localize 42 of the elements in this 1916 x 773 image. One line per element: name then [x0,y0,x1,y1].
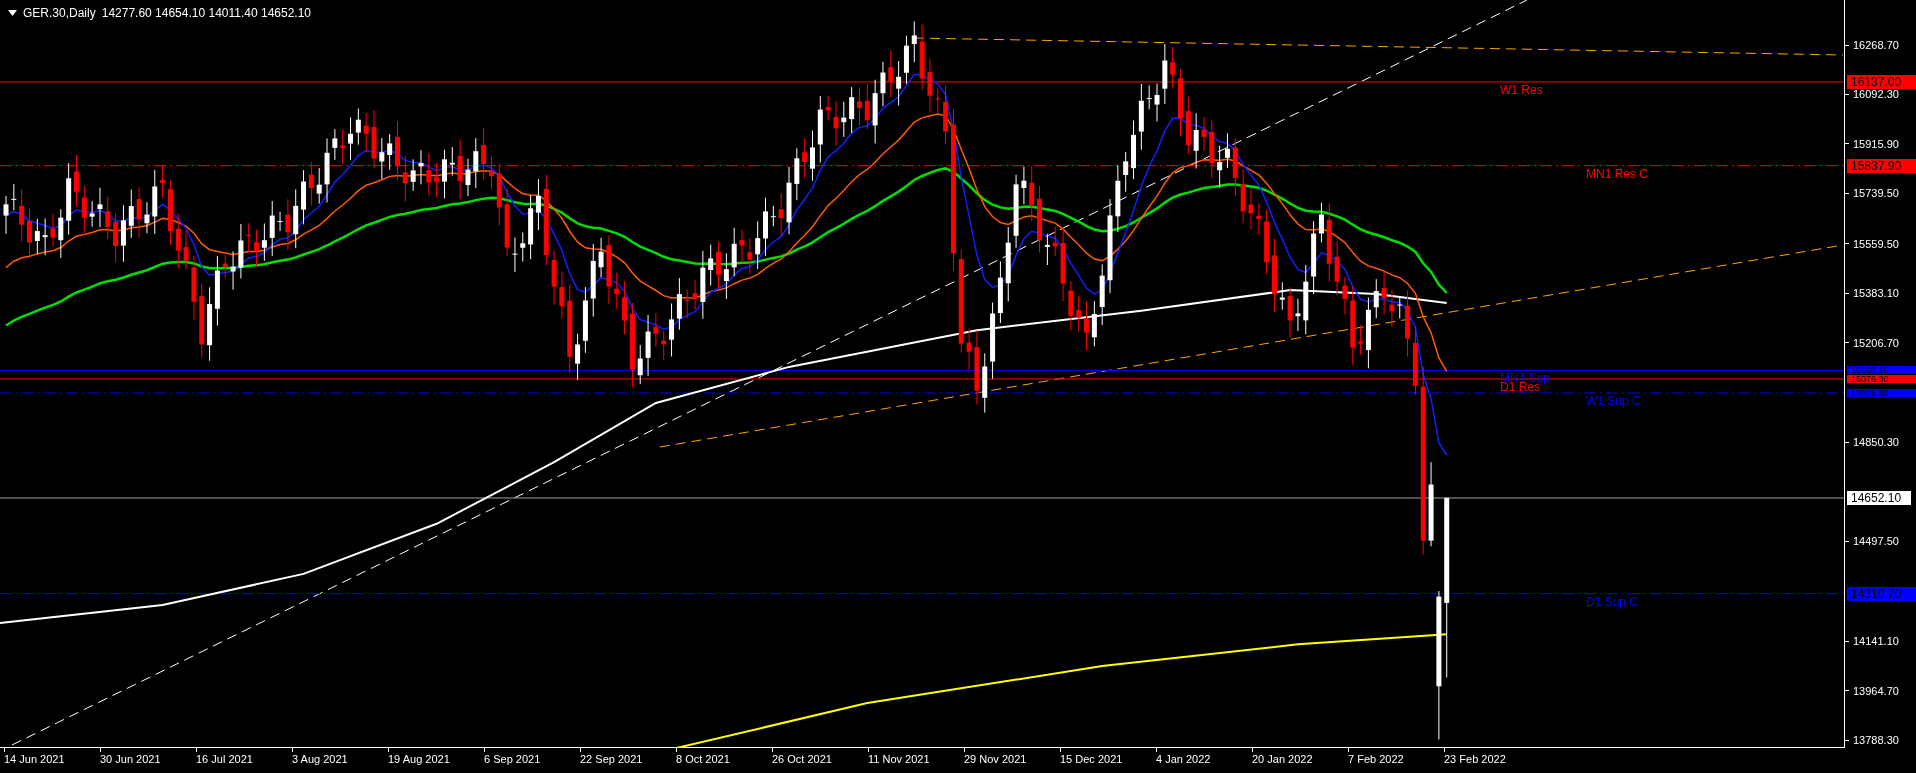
axis-label: 30 Jun 2021 [100,752,161,766]
axis-label: 16 Jul 2021 [196,752,253,766]
axis-label: 14497.50 [1853,534,1899,549]
axis-label: 7 Feb 2022 [1348,752,1404,766]
axis-label: 15 Dec 2021 [1060,752,1123,766]
axis-label: 20 Jan 2022 [1252,752,1313,766]
dropdown-triangle-icon[interactable] [8,10,17,16]
axis-label: 15739.50 [1853,186,1899,201]
axis-label: 15383.10 [1853,286,1899,301]
price-tag: 15076.80 [1847,374,1916,383]
axis-label: 8 Oct 2021 [676,752,730,766]
ohlc-values: 14277.60 14654.10 14011.40 14652.10 [101,5,312,22]
level-label: D1 Sup C [1586,594,1639,609]
price-tag: 15026.80 [1847,388,1916,397]
axis-label: 16268.70 [1853,38,1899,52]
axis-label: 14850.30 [1853,435,1899,450]
axis-label: 14141.10 [1853,634,1899,649]
price-tag: 14652.10 [1847,490,1911,505]
price-tag: 15107.10 [1847,366,1916,375]
axis-label: 3 Aug 2021 [292,752,348,766]
axis-label: 15206.70 [1853,335,1899,350]
axis-label: 4 Jan 2022 [1156,752,1211,766]
axis-label: 29 Nov 2021 [964,752,1027,766]
axis-label: 26 Oct 2021 [772,752,832,766]
axis-label: 16092.30 [1853,87,1899,102]
level-label: W1 Sup C [1586,393,1641,408]
axis-label: 19 Aug 2021 [388,752,450,766]
axis-label: 23 Feb 2022 [1444,752,1506,766]
axis-label: 13788.30 [1853,733,1899,747]
axis-label: 15915.90 [1853,136,1899,151]
axis-label: 15559.50 [1853,236,1899,251]
price-tag: 15837.90 [1847,158,1916,173]
level-label: MN1 Res C [1586,166,1648,181]
axis-label: 14 Jun 2021 [4,752,65,766]
level-label: W1 Res [1500,82,1543,97]
price-tag: 14310.70 [1847,586,1916,601]
axis-label: 13964.70 [1853,683,1899,698]
axis-label: 6 Sep 2021 [484,752,541,766]
chart-symbol: GER.30,Daily [23,5,96,22]
axis-label: 22 Sep 2021 [580,752,643,766]
price-tag: 16137.00 [1847,74,1916,89]
axis-label: 11 Nov 2021 [868,752,930,766]
